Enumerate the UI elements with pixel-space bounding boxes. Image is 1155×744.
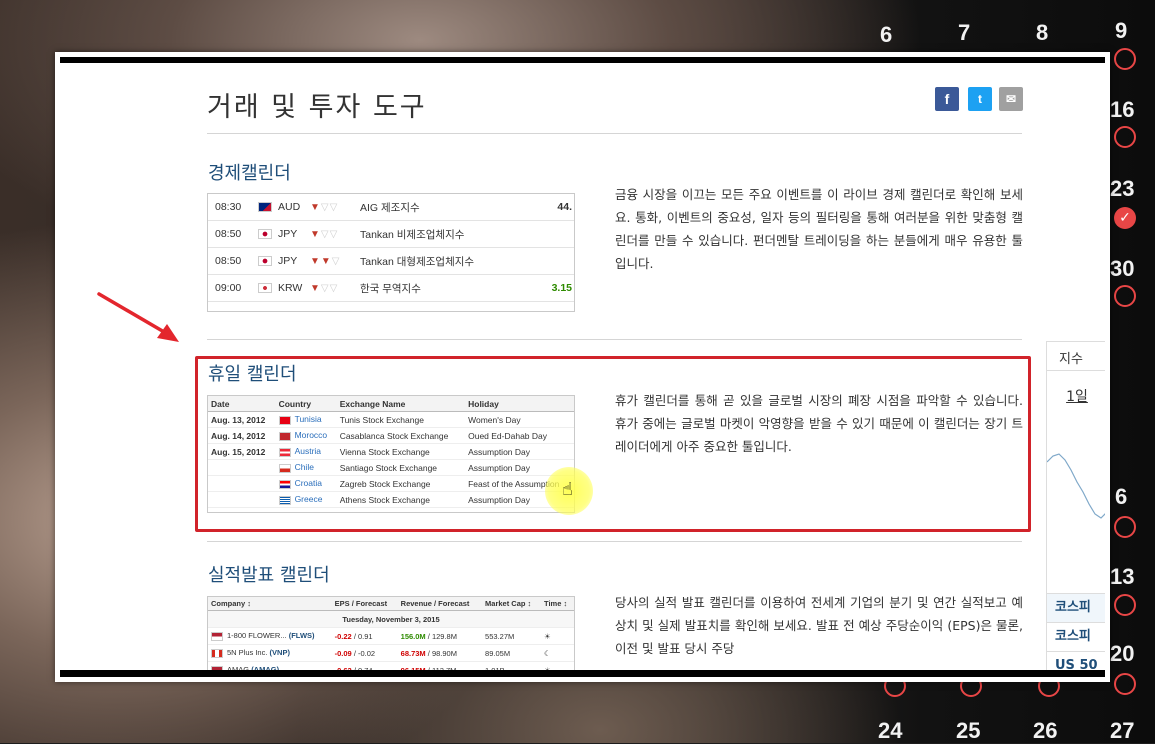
calendar-check-icon: ✓ xyxy=(1114,207,1136,229)
calendar-day: 27 xyxy=(1110,718,1135,743)
page-title: 거래 및 투자 도구 xyxy=(207,92,427,123)
calendar-day: 7 xyxy=(958,20,971,45)
calendar-day: 6 xyxy=(880,22,893,47)
importance-bull-icon: ▼▽▽ xyxy=(310,282,339,294)
table-row: 09:00 KRW ▼▽▽ 한국 무역지수 3.15 xyxy=(208,275,574,302)
flag-korea-icon xyxy=(258,283,272,293)
table-row: AMAG (AMAG) -0.62 / 0.74 96.15M / 112.7M… xyxy=(208,661,574,670)
date-header-row: Tuesday, November 3, 2015 xyxy=(208,610,574,628)
calendar-circle xyxy=(1114,516,1136,538)
calendar-day: 16 xyxy=(1110,97,1135,122)
flag-japan-icon xyxy=(258,229,272,239)
calendar-circle xyxy=(1114,48,1136,70)
period-selector[interactable]: 1일 xyxy=(1047,389,1105,405)
divider xyxy=(207,339,1022,340)
flag-canada-icon xyxy=(211,648,223,658)
index-link-kospi-2[interactable]: 코스피 xyxy=(1047,622,1105,651)
importance-bull-icon: ▼▽▽ xyxy=(310,201,339,213)
calendar-day: 9 xyxy=(1115,18,1128,43)
flag-australia-icon xyxy=(258,202,272,212)
divider xyxy=(207,133,1022,134)
economic-calendar-description: 금융 시장을 이끄는 모든 주요 이벤트를 이 라이브 경제 캘린더로 확인해 … xyxy=(615,187,1023,271)
calendar-circle xyxy=(1114,126,1136,148)
earnings-calendar-thumbnail[interactable]: Company ↕ EPS / Forecast Revenue / Forec… xyxy=(207,596,575,670)
flag-japan-icon xyxy=(258,256,272,266)
flag-usa-icon xyxy=(211,631,223,641)
calendar-circle xyxy=(1114,285,1136,307)
twitter-share-icon[interactable]: t xyxy=(968,87,992,111)
divider xyxy=(207,541,1022,542)
calendar-circle xyxy=(1114,594,1136,616)
facebook-share-icon[interactable]: f xyxy=(935,87,959,111)
table-row: 08:30 AUD ▼▽▽ AIG 제조지수 44. xyxy=(208,194,574,221)
earnings-calendar-title[interactable]: 실적발표 캘린더 xyxy=(208,561,330,587)
time-icon: ☀ xyxy=(541,661,574,670)
economic-calendar-thumbnail[interactable]: 08:30 AUD ▼▽▽ AIG 제조지수 44. 08:50 JPY ▼▽▽… xyxy=(207,193,575,312)
web-page: 거래 및 투자 도구 f t ✉ 경제캘린더 08:30 AUD ▼▽▽ AIG… xyxy=(60,57,1105,677)
table-row: 5N Plus Inc. (VNP) -0.09 / -0.02 68.73M … xyxy=(208,644,574,662)
calendar-day: 25 xyxy=(956,718,981,743)
calendar-day: 23 xyxy=(1110,176,1135,201)
highlight-box xyxy=(195,356,1031,532)
table-row: 1-800 FLOWER... (FLWS) -0.22 / 0.91 156.… xyxy=(208,627,574,645)
calendar-day: 6 xyxy=(1115,484,1128,509)
table-row: 08:50 JPY ▼▽▽ Tankan 비제조업체지수 xyxy=(208,221,574,248)
calendar-day: 24 xyxy=(878,718,903,743)
email-share-icon[interactable]: ✉ xyxy=(999,87,1023,111)
earnings-table: Company ↕ EPS / Forecast Revenue / Forec… xyxy=(208,597,574,670)
calendar-circle xyxy=(1114,673,1136,695)
calendar-day: 30 xyxy=(1110,256,1135,281)
economic-calendar-title[interactable]: 경제캘린더 xyxy=(208,159,291,185)
screenshot-frame: 거래 및 투자 도구 f t ✉ 경제캘린더 08:30 AUD ▼▽▽ AIG… xyxy=(55,52,1110,682)
index-link-us50[interactable]: US 50 xyxy=(1047,651,1105,670)
importance-bull-icon: ▼▽▽ xyxy=(310,228,339,240)
flag-usa-icon xyxy=(211,665,223,670)
tab-index[interactable]: 지수 xyxy=(1047,342,1105,371)
calendar-day: 20 xyxy=(1110,641,1135,666)
table-row: 08:50 JPY ▼▼▽ Tankan 대형제조업체지수 xyxy=(208,248,574,275)
annotation-arrow-icon xyxy=(97,292,179,342)
index-side-panel: 지수 1일 코스피 코스피 US 50 xyxy=(1046,341,1105,670)
mini-chart xyxy=(1047,453,1105,519)
importance-bull-icon: ▼▼▽ xyxy=(310,255,341,267)
calendar-day: 26 xyxy=(1033,718,1058,743)
earnings-calendar-description: 당사의 실적 발표 캘린더를 이용하여 전세계 기업의 분기 및 연간 실적보고… xyxy=(615,595,1023,656)
hand-cursor-icon: ☝ xyxy=(562,479,573,500)
time-icon: ☀ xyxy=(541,627,574,645)
index-link-kospi[interactable]: 코스피 xyxy=(1047,593,1105,622)
calendar-day: 8 xyxy=(1036,20,1049,45)
calendar-day: 13 xyxy=(1110,564,1135,589)
time-icon: ☾ xyxy=(541,644,574,662)
